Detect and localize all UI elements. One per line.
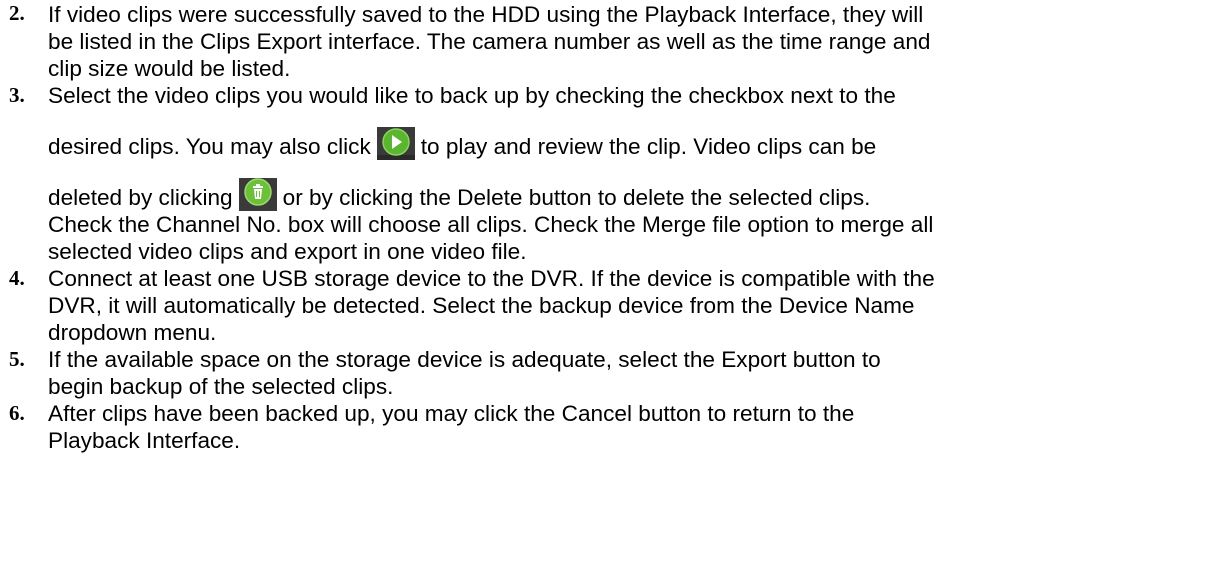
trash-icon [238,178,277,211]
step-text-line: Check the Channel No. box will choose al… [48,212,934,237]
step-text: to play and review the clip. Video clips… [420,134,877,159]
step-number: 4. [9,266,25,290]
step-text: desired clips. You may also click [48,134,371,159]
step-text-line-with-icon: deleted by clicking or by clicking the D… [48,178,1204,211]
step-text-line: If video clips were successfully saved t… [48,2,924,27]
step-3: 3. Select the video clips you would like… [0,82,1212,265]
step-text-line: After clips have been backed up, you may… [48,401,855,426]
step-5: 5. If the available space on the storage… [0,346,1212,400]
step-text-line: If the available space on the storage de… [48,347,881,372]
step-text: deleted by clicking [48,185,233,210]
step-text-line-with-icon: desired clips. You may also click to pla… [48,127,1204,160]
step-text-line: selected video clips and export in one v… [48,239,527,264]
step-text-line: begin backup of the selected clips. [48,374,394,399]
step-text-line: dropdown menu. [48,320,217,345]
step-text-line: Connect at least one USB storage device … [48,266,935,291]
step-text-line: Select the video clips you would like to… [48,83,896,108]
play-icon [376,127,415,160]
step-6: 6. After clips have been backed up, you … [0,400,1212,454]
step-number: 5. [9,347,25,371]
step-4: 4. Connect at least one USB storage devi… [0,265,1212,346]
step-number: 3. [9,83,25,107]
step-text-line: DVR, it will automatically be detected. … [48,293,915,318]
step-2: 2. If video clips were successfully save… [0,0,1212,82]
step-text-line: clip size would be listed. [48,56,291,81]
step-text: or by clicking the Delete button to dele… [282,185,871,210]
step-text-line: be listed in the Clips Export interface.… [48,29,931,54]
step-number: 2. [9,1,25,25]
step-number: 6. [9,401,25,425]
instruction-list: 2. If video clips were successfully save… [0,0,1212,454]
step-text-line: Playback Interface. [48,428,241,453]
